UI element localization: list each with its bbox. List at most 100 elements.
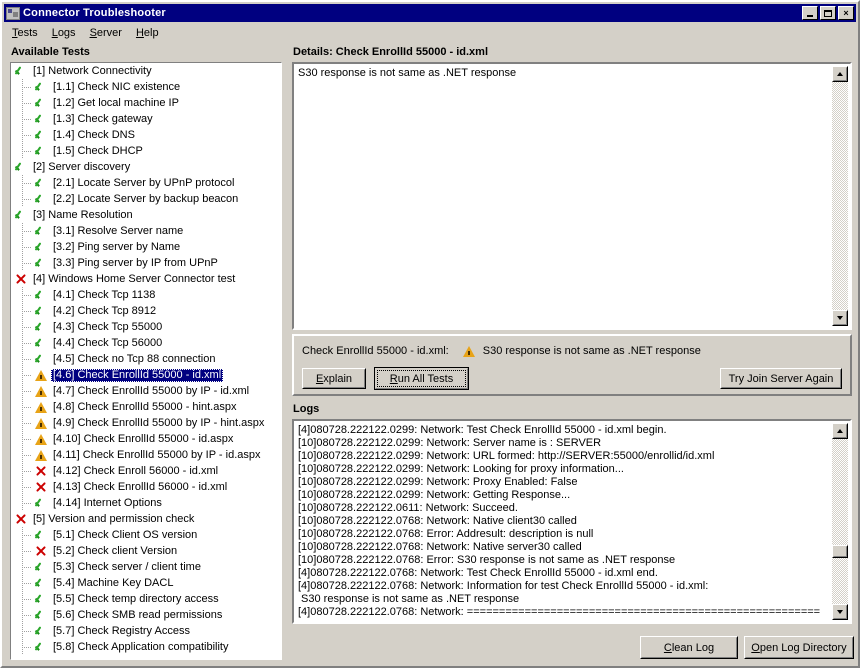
tree-item[interactable]: [5.3] Check server / client time — [11, 559, 281, 575]
logs-scroll-thumb[interactable] — [832, 545, 848, 558]
tree-item[interactable]: [1.3] Check gateway — [11, 111, 281, 127]
clean-log-button[interactable]: Clean Log — [640, 636, 738, 659]
tree-item[interactable]: [5.7] Check Registry Access — [11, 623, 281, 639]
panel-splitter[interactable] — [283, 48, 288, 662]
minimize-button[interactable] — [802, 6, 818, 20]
tree-connector-dash — [22, 391, 32, 392]
tree-connector-dash — [22, 583, 32, 584]
tree-item[interactable]: [1.5] Check DHCP — [11, 143, 281, 159]
tree-item[interactable]: [4.2] Check Tcp 8912 — [11, 303, 281, 319]
logs-text[interactable]: [4]080728.222122.0299: Network: Test Che… — [296, 423, 831, 620]
open-log-directory-button[interactable]: Open Log Directory — [744, 636, 854, 659]
try-join-server-again-button[interactable]: Try Join Server Again — [720, 368, 842, 389]
tree-item[interactable]: [3.3] Ping server by IP from UPnP — [11, 255, 281, 271]
check-icon — [13, 63, 29, 79]
tree-item-label: [1.3] Check gateway — [53, 112, 153, 125]
log-line: [10]080728.222122.0299: Network: Server … — [298, 437, 602, 449]
tree-item[interactable]: [4.3] Check Tcp 55000 — [11, 319, 281, 335]
tree-item[interactable]: [1.4] Check DNS — [11, 127, 281, 143]
tree-item[interactable]: [3.2] Ping server by Name — [11, 239, 281, 255]
application-icon — [6, 6, 20, 20]
details-scrollbar[interactable] — [832, 66, 848, 326]
details-scroll-up-icon[interactable] — [832, 66, 848, 82]
tree-item[interactable]: [1] Network Connectivity — [11, 63, 281, 79]
tree-item[interactable]: [1.2] Get local machine IP — [11, 95, 281, 111]
tree-item[interactable]: [5.2] Check client Version — [11, 543, 281, 559]
tree-item[interactable]: [5.8] Check Application compatibility — [11, 639, 281, 655]
explain-button[interactable]: Explain — [302, 368, 366, 389]
menu-logs[interactable]: Logs — [45, 25, 83, 41]
tree-item[interactable]: [4] Windows Home Server Connector test — [11, 271, 281, 287]
log-line: [10]080728.222122.0768: Network: Native … — [298, 541, 582, 553]
check-icon — [33, 303, 49, 319]
tree-item[interactable]: [4.12] Check Enroll 56000 - id.xml — [11, 463, 281, 479]
tree-item[interactable]: [2.2] Locate Server by backup beacon — [11, 191, 281, 207]
tree-item[interactable]: [4.7] Check EnrollId 55000 by IP - id.xm… — [11, 383, 281, 399]
tree-item-label: [4.2] Check Tcp 8912 — [53, 304, 157, 317]
run-all-tests-button[interactable]: Run All Tests — [374, 367, 469, 390]
menu-server[interactable]: Server — [83, 25, 129, 41]
error-x-icon — [33, 479, 49, 495]
tree-connector-dash — [22, 151, 32, 152]
close-button[interactable]: × — [838, 6, 854, 20]
tree-item[interactable]: [3] Name Resolution — [11, 207, 281, 223]
check-icon — [33, 495, 49, 511]
tree-item[interactable]: [2] Server discovery — [11, 159, 281, 175]
tree-item[interactable]: [4.8] Check EnrollId 55000 - hint.aspx — [11, 399, 281, 415]
details-scroll-track[interactable] — [832, 82, 848, 310]
error-x-icon — [33, 543, 49, 559]
details-scroll-down-icon[interactable] — [832, 310, 848, 326]
tree-item[interactable]: [4.11] Check EnrollId 55000 by IP - id.a… — [11, 447, 281, 463]
tree-connector-dash — [22, 231, 32, 232]
tree-item[interactable]: [4.13] Check EnrollId 56000 - id.xml — [11, 479, 281, 495]
check-icon — [33, 255, 49, 271]
tree-item-label: [4.1] Check Tcp 1138 — [53, 288, 156, 301]
tree-item-label: [2.2] Locate Server by backup beacon — [53, 192, 239, 205]
tree-item[interactable]: [4.10] Check EnrollId 55000 - id.aspx — [11, 431, 281, 447]
maximize-button[interactable] — [820, 6, 836, 20]
check-icon — [33, 335, 49, 351]
tree-item[interactable]: [4.1] Check Tcp 1138 — [11, 287, 281, 303]
tree-item[interactable]: [4.14] Internet Options — [11, 495, 281, 511]
tree-item[interactable]: [5.4] Machine Key DACL — [11, 575, 281, 591]
logs-scroll-down-icon[interactable] — [832, 604, 848, 620]
tree-item[interactable]: [5.6] Check SMB read permissions — [11, 607, 281, 623]
tree-item[interactable]: [3.1] Resolve Server name — [11, 223, 281, 239]
tree-item[interactable]: [5.1] Check Client OS version — [11, 527, 281, 543]
tree-item-label: [5.1] Check Client OS version — [53, 528, 198, 541]
details-panel: S30 response is not same as .NET respons… — [292, 62, 852, 330]
tree-item[interactable]: [5] Version and permission check — [11, 511, 281, 527]
warning-icon — [33, 399, 49, 415]
menu-tests[interactable]: Tests — [5, 25, 45, 41]
tree-item-label: [5.7] Check Registry Access — [53, 624, 190, 637]
tree-item[interactable]: [5.5] Check temp directory access — [11, 591, 281, 607]
menu-help[interactable]: Help — [129, 25, 166, 41]
tree-connector-dash — [22, 647, 32, 648]
tree-item-label: [1] Network Connectivity — [33, 64, 152, 77]
logs-scrollbar[interactable] — [832, 423, 848, 620]
tree-item[interactable]: [2.1] Locate Server by UPnP protocol — [11, 175, 281, 191]
tree-item[interactable]: [4.9] Check EnrollId 55000 by IP - hint.… — [11, 415, 281, 431]
tree-item-selected[interactable]: [4.6] Check EnrollId 55000 - id.xml — [11, 367, 281, 383]
status-test-name: Check EnrollId 55000 - id.xml: — [302, 345, 449, 357]
tree-connector-dash — [22, 471, 32, 472]
log-line: [10]080728.222122.0768: Network: Native … — [298, 515, 577, 527]
tests-tree[interactable]: [1] Network Connectivity [1.1] Check NIC … — [10, 62, 282, 660]
log-line: [10]080728.222122.0299: Network: Looking… — [298, 463, 624, 475]
tree-item[interactable]: [4.4] Check Tcp 56000 — [11, 335, 281, 351]
warning-icon — [33, 415, 49, 431]
tree-connector-dash — [22, 503, 32, 504]
warning-icon — [33, 431, 49, 447]
check-icon — [13, 159, 29, 175]
tree-item-label: [4.3] Check Tcp 55000 — [53, 320, 163, 333]
logs-scroll-up-icon[interactable] — [832, 423, 848, 439]
logs-scroll-track[interactable] — [832, 439, 848, 604]
tree-item[interactable]: [4.5] Check no Tcp 88 connection — [11, 351, 281, 367]
tree-connector-dash — [22, 615, 32, 616]
status-row: Check EnrollId 55000 - id.xml: S30 respo… — [302, 343, 842, 359]
menu-bar: Tests Logs Server Help — [5, 24, 166, 41]
tree-connector-dash — [22, 359, 32, 360]
status-action-strip: Check EnrollId 55000 - id.xml: S30 respo… — [292, 334, 852, 396]
check-icon — [33, 351, 49, 367]
tree-item[interactable]: [1.1] Check NIC existence — [11, 79, 281, 95]
